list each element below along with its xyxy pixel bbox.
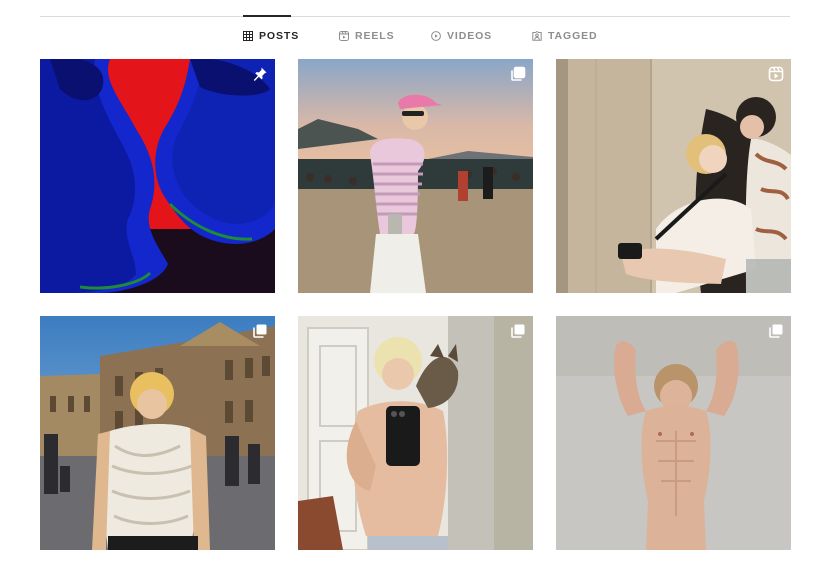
reels-icon bbox=[339, 31, 349, 41]
active-tab-indicator bbox=[243, 15, 291, 17]
post-tile[interactable] bbox=[556, 59, 791, 293]
tab-posts-label: POSTS bbox=[259, 30, 300, 42]
tab-reels[interactable]: REELS bbox=[339, 30, 395, 42]
play-circle-icon bbox=[431, 31, 441, 41]
post-image bbox=[298, 59, 533, 293]
post-image bbox=[556, 59, 791, 293]
tab-videos-label: VIDEOS bbox=[447, 30, 493, 42]
carousel-icon bbox=[510, 66, 526, 82]
post-image bbox=[556, 316, 791, 550]
tab-videos[interactable]: VIDEOS bbox=[431, 30, 492, 42]
tagged-icon bbox=[532, 31, 542, 41]
post-tile[interactable] bbox=[40, 59, 275, 293]
pin-icon bbox=[252, 66, 268, 82]
post-tile[interactable] bbox=[298, 59, 533, 293]
post-image bbox=[40, 316, 275, 550]
post-tile[interactable] bbox=[298, 316, 533, 550]
post-image bbox=[40, 59, 275, 293]
tab-tagged[interactable]: TAGGED bbox=[532, 30, 598, 42]
profile-tabs: POSTS REELS VIDEOS TAGGED bbox=[0, 30, 830, 48]
carousel-icon bbox=[252, 323, 268, 339]
post-tile[interactable] bbox=[556, 316, 791, 550]
reels-icon bbox=[768, 66, 784, 82]
grid-icon bbox=[243, 31, 253, 41]
carousel-icon bbox=[768, 323, 784, 339]
tab-tagged-label: TAGGED bbox=[548, 30, 598, 42]
post-image bbox=[298, 316, 533, 550]
tab-reels-label: REELS bbox=[355, 30, 395, 42]
tab-posts[interactable]: POSTS bbox=[243, 30, 299, 42]
profile-tabs-divider bbox=[40, 16, 790, 17]
post-tile[interactable] bbox=[40, 316, 275, 550]
carousel-icon bbox=[510, 323, 526, 339]
